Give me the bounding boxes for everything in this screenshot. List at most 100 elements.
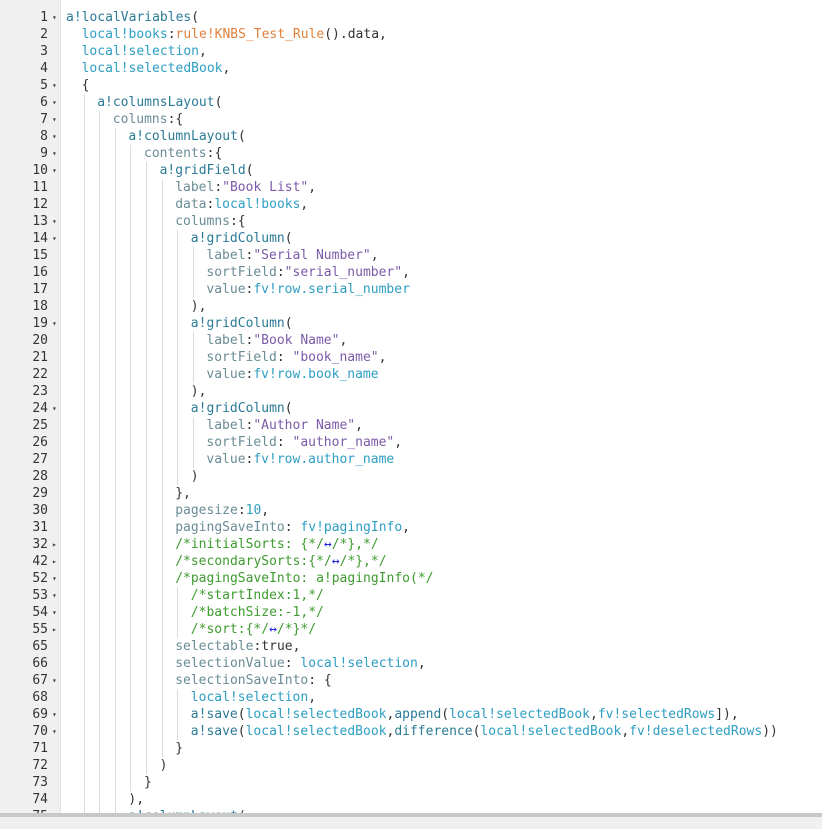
code-text[interactable]: a!gridColumn( xyxy=(191,400,293,417)
code-line[interactable]: 72) xyxy=(0,757,822,774)
code-line[interactable]: 24 ▾ a!gridColumn( xyxy=(0,400,822,417)
code-line[interactable]: 66 selectionValue: local!selection, xyxy=(0,655,822,672)
code-text[interactable]: local!selection, xyxy=(82,43,207,60)
code-line[interactable]: 31 pagingSaveInto: fv!pagingInfo, xyxy=(0,519,822,536)
code-line[interactable]: 10 ▾ a!gridField( xyxy=(0,162,822,179)
folded-region-marker[interactable]: ↔ xyxy=(324,537,332,552)
code-line[interactable]: 2 local!books:rule!KNBS_Test_Rule().data, xyxy=(0,26,822,43)
code-line[interactable]: 55 ▸ /*sort:{*/↔/*}*/ xyxy=(0,621,822,638)
folded-region-marker[interactable]: ↔ xyxy=(269,622,277,637)
fold-expanded-icon[interactable]: ▾ xyxy=(52,128,60,145)
code-text[interactable]: contents:{ xyxy=(144,145,222,162)
code-text[interactable]: label:"Author Name", xyxy=(206,417,363,434)
code-line[interactable]: 21 sortField: "book_name", xyxy=(0,349,822,366)
code-line[interactable]: 1 ▾ a!localVariables( xyxy=(0,9,822,26)
code-line[interactable]: 8 ▾ a!columnLayout( xyxy=(0,128,822,145)
fold-collapsed-icon[interactable]: ▸ xyxy=(52,621,60,638)
fold-collapsed-icon[interactable]: ▸ xyxy=(52,553,60,570)
code-text[interactable]: value:fv!row.book_name xyxy=(206,366,378,383)
code-text[interactable]: /*batchSize:-1,*/ xyxy=(191,604,324,621)
code-text[interactable]: /*initialSorts: {*/↔/*},*/ xyxy=(175,536,379,553)
code-line[interactable]: 22 value:fv!row.book_name xyxy=(0,366,822,383)
code-text[interactable]: /*sort:{*/↔/*}*/ xyxy=(191,621,316,638)
code-text[interactable]: selectionValue: local!selection, xyxy=(175,655,425,672)
code-line[interactable]: 4 local!selectedBook, xyxy=(0,60,822,77)
code-text[interactable]: data:local!books, xyxy=(175,196,308,213)
fold-expanded-icon[interactable]: ▾ xyxy=(52,9,60,26)
fold-expanded-icon[interactable]: ▾ xyxy=(52,230,60,247)
code-text[interactable]: label:"Serial Number", xyxy=(206,247,378,264)
code-line[interactable]: 29}, xyxy=(0,485,822,502)
code-text[interactable]: /*secondarySorts:{*/↔/*},*/ xyxy=(175,553,386,570)
code-editor[interactable]: 1 ▾ a!localVariables(2 local!books:rule!KNB… xyxy=(0,0,822,814)
code-line[interactable]: 25 label:"Author Name", xyxy=(0,417,822,434)
code-line[interactable]: 30 pagesize:10, xyxy=(0,502,822,519)
code-text[interactable]: local!books:rule!KNBS_Test_Rule().data, xyxy=(82,26,387,43)
fold-expanded-icon[interactable]: ▾ xyxy=(52,723,60,740)
code-line[interactable]: 14 ▾ a!gridColumn( xyxy=(0,230,822,247)
code-text[interactable]: /*pagingSaveInto: a!pagingInfo(*/ xyxy=(175,570,433,587)
code-text[interactable]: local!selectedBook, xyxy=(82,60,231,77)
code-line[interactable]: 68 local!selection, xyxy=(0,689,822,706)
code-text[interactable]: a!gridField( xyxy=(160,162,254,179)
code-text[interactable]: a!gridColumn( xyxy=(191,230,293,247)
fold-collapsed-icon[interactable]: ▸ xyxy=(52,536,60,553)
code-line[interactable]: 18), xyxy=(0,298,822,315)
code-line[interactable]: 3 local!selection, xyxy=(0,43,822,60)
code-text[interactable]: } xyxy=(144,774,152,791)
fold-expanded-icon[interactable]: ▾ xyxy=(52,672,60,689)
fold-expanded-icon[interactable]: ▾ xyxy=(52,77,60,94)
code-line[interactable]: 12 data:local!books, xyxy=(0,196,822,213)
code-text[interactable]: { xyxy=(82,77,90,94)
code-line[interactable]: 9 ▾ contents:{ xyxy=(0,145,822,162)
code-text[interactable]: } xyxy=(175,740,183,757)
code-line[interactable]: 23), xyxy=(0,383,822,400)
fold-expanded-icon[interactable]: ▾ xyxy=(52,145,60,162)
code-text[interactable]: value:fv!row.author_name xyxy=(206,451,394,468)
fold-expanded-icon[interactable]: ▾ xyxy=(52,162,60,179)
code-text[interactable]: ) xyxy=(160,757,168,774)
code-text[interactable]: label:"Book Name", xyxy=(206,332,347,349)
code-line[interactable]: 42 ▸ /*secondarySorts:{*/↔/*},*/ xyxy=(0,553,822,570)
code-line[interactable]: 32 ▸ /*initialSorts: {*/↔/*},*/ xyxy=(0,536,822,553)
code-line[interactable]: 53 ▾ /*startIndex:1,*/ xyxy=(0,587,822,604)
fold-expanded-icon[interactable]: ▾ xyxy=(52,706,60,723)
code-text[interactable]: a!save(local!selectedBook,append(local!s… xyxy=(191,706,739,723)
code-text[interactable]: a!localVariables( xyxy=(66,9,199,26)
code-text[interactable]: value:fv!row.serial_number xyxy=(206,281,410,298)
code-line[interactable]: 27 value:fv!row.author_name xyxy=(0,451,822,468)
code-text[interactable]: label:"Book List", xyxy=(175,179,316,196)
fold-expanded-icon[interactable]: ▾ xyxy=(52,400,60,417)
code-line[interactable]: 7 ▾ columns:{ xyxy=(0,111,822,128)
fold-expanded-icon[interactable]: ▾ xyxy=(52,315,60,332)
code-text[interactable]: local!selection, xyxy=(191,689,316,706)
code-text[interactable]: a!columnLayout( xyxy=(128,128,245,145)
code-text[interactable]: ) xyxy=(191,468,199,485)
code-line[interactable]: 20 label:"Book Name", xyxy=(0,332,822,349)
code-text[interactable]: pagingSaveInto: fv!pagingInfo, xyxy=(175,519,410,536)
fold-expanded-icon[interactable]: ▾ xyxy=(52,213,60,230)
code-line[interactable]: 19 ▾ a!gridColumn( xyxy=(0,315,822,332)
code-text[interactable]: columns:{ xyxy=(113,111,183,128)
code-text[interactable]: columns:{ xyxy=(175,213,245,230)
code-line[interactable]: 52 ▾ /*pagingSaveInto: a!pagingInfo(*/ xyxy=(0,570,822,587)
code-line[interactable]: 54 ▾ /*batchSize:-1,*/ xyxy=(0,604,822,621)
code-line[interactable]: 16 sortField:"serial_number", xyxy=(0,264,822,281)
code-line[interactable]: 74), xyxy=(0,791,822,808)
code-text[interactable]: ), xyxy=(191,298,207,315)
code-text[interactable]: selectionSaveInto: { xyxy=(175,672,332,689)
code-text[interactable]: /*startIndex:1,*/ xyxy=(191,587,324,604)
code-text[interactable]: sortField: "author_name", xyxy=(206,434,402,451)
code-line[interactable]: 6 ▾ a!columnsLayout( xyxy=(0,94,822,111)
code-text[interactable]: ), xyxy=(191,383,207,400)
code-line[interactable]: 65 selectable:true, xyxy=(0,638,822,655)
code-line[interactable]: 69 ▾ a!save(local!selectedBook,append(loca… xyxy=(0,706,822,723)
code-text[interactable]: a!gridColumn( xyxy=(191,315,293,332)
code-text[interactable]: sortField:"serial_number", xyxy=(206,264,410,281)
folded-region-marker[interactable]: ↔ xyxy=(332,554,340,569)
code-text[interactable]: pagesize:10, xyxy=(175,502,269,519)
code-line[interactable]: 5 ▾ { xyxy=(0,77,822,94)
fold-expanded-icon[interactable]: ▾ xyxy=(52,604,60,621)
code-text[interactable]: ), xyxy=(128,791,144,808)
code-text[interactable]: a!save(local!selectedBook,difference(loc… xyxy=(191,723,778,740)
